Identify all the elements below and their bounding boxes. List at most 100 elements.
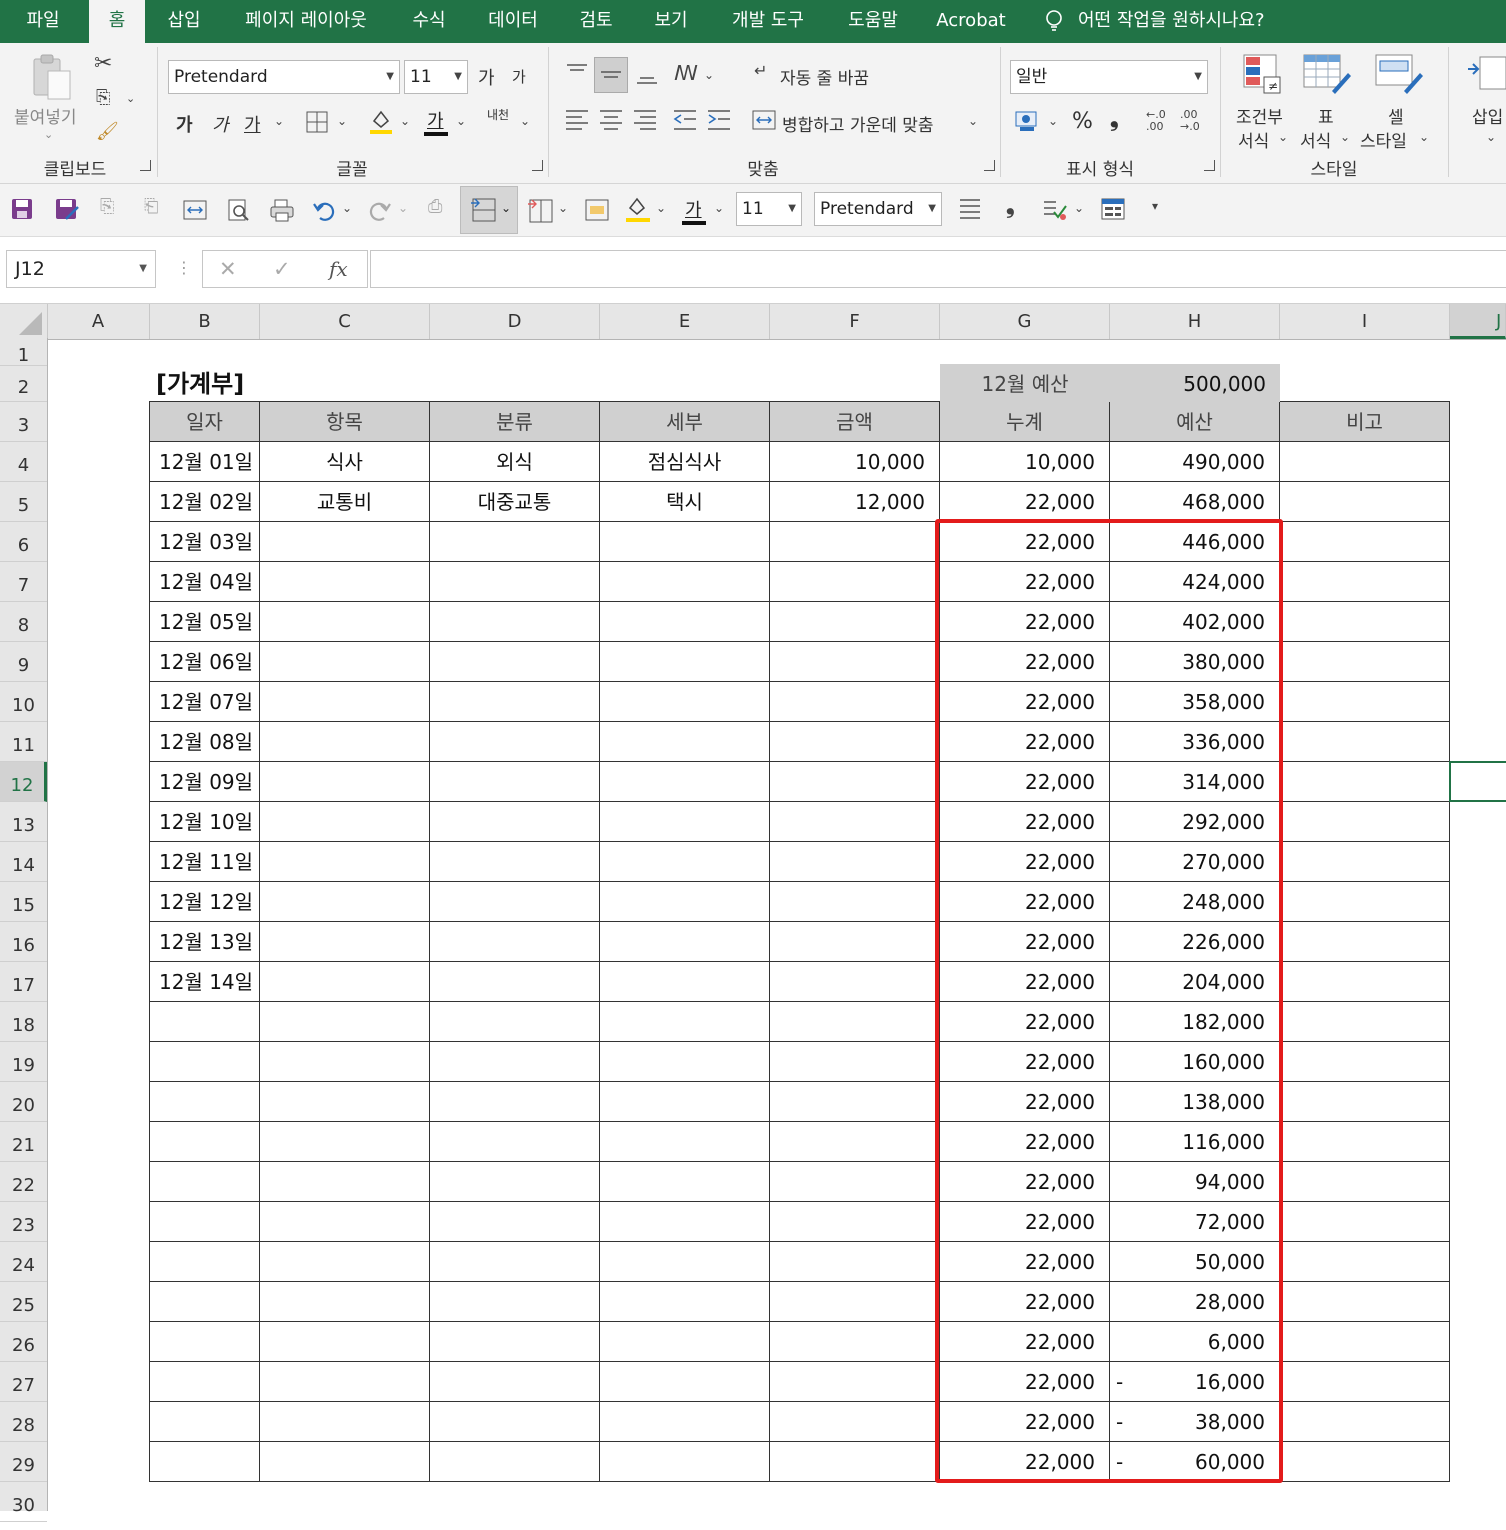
tab-help[interactable]: 도움말 [834,0,912,43]
save-icon[interactable] [10,197,34,221]
table-cell-date[interactable]: 12월 05일 [149,601,260,642]
table-cell-detail[interactable] [599,521,770,562]
row-header[interactable]: 15 [0,882,47,922]
fill-chevron-icon[interactable]: ⌄ [400,115,410,127]
table-cell-note[interactable] [1279,1401,1450,1442]
cell-styles-label2[interactable]: 스타일 [1360,127,1407,152]
table-cell-category[interactable] [429,1201,600,1242]
font-launcher-icon[interactable]: launcher [532,160,543,171]
header-date[interactable]: 일자 [149,401,260,442]
row-header[interactable]: 5 [0,482,47,522]
table-cell-note[interactable] [1279,921,1450,962]
table-cell-date[interactable] [149,1401,260,1442]
table-cell-amount[interactable] [769,1161,940,1202]
table-cell-category[interactable] [429,881,600,922]
table-cell-category[interactable] [429,1401,600,1442]
table-cell-amount[interactable] [769,961,940,1002]
column-header[interactable]: A [47,304,150,339]
table-cell-amount[interactable] [769,521,940,562]
qat-font-color-icon[interactable]: 가 [680,194,710,226]
row-header[interactable]: 19 [0,1042,47,1082]
row-header[interactable]: 4 [0,442,47,482]
decrease-indent-icon[interactable] [672,107,698,133]
table-cell-amount[interactable] [769,721,940,762]
column-header[interactable]: B [150,304,260,339]
tab-formulas[interactable]: 수식 [398,0,460,43]
row-header[interactable]: 23 [0,1202,47,1242]
table-cell-category[interactable] [429,1361,600,1402]
tell-me-search[interactable]: 어떤 작업을 원하시나요? [1078,0,1298,43]
number-format-combo[interactable]: 일반 ▼ [1010,60,1208,94]
borders-icon[interactable] [306,111,328,133]
redo-chevron-icon[interactable]: ⌄ [398,202,408,214]
table-cell-date[interactable] [149,1041,260,1082]
column-header[interactable]: D [430,304,600,339]
name-box[interactable]: J12 ▼ [6,250,156,288]
table-cell-note[interactable] [1279,1441,1450,1482]
grow-font-button[interactable]: 가 [478,64,495,90]
copy-chevron-icon[interactable]: ⌄ [126,93,135,104]
merge-center-button[interactable]: 병합하고 가운데 맞춤 [782,111,934,136]
table-cell-date[interactable] [149,1081,260,1122]
table-cell-item[interactable] [259,601,430,642]
unmerge-chevron-icon[interactable]: ⌄ [558,202,568,214]
font-color-chevron-icon[interactable]: ⌄ [456,115,466,127]
table-cell-date[interactable]: 12월 04일 [149,561,260,602]
table-cell-detail[interactable] [599,1281,770,1322]
table-cell-item[interactable] [259,1081,430,1122]
formula-input[interactable] [370,250,1506,288]
table-cell-amount[interactable] [769,1001,940,1042]
conditional-chevron-icon[interactable]: ⌄ [1278,131,1288,143]
accounting-chevron-icon[interactable]: ⌄ [1048,115,1058,127]
table-cell-item[interactable] [259,1001,430,1042]
cell-styles-label1[interactable]: 셀 [1388,103,1404,128]
table-cell-category[interactable] [429,961,600,1002]
row-header[interactable]: 18 [0,1002,47,1042]
table-cell-note[interactable] [1279,801,1450,842]
table-cell-amount[interactable] [769,681,940,722]
table-cell-amount[interactable] [769,1281,940,1322]
clipboard-launcher-icon[interactable]: launcher [140,160,151,171]
table-cell-category[interactable] [429,1281,600,1322]
table-cell-item[interactable] [259,681,430,722]
row-header[interactable]: 9 [0,642,47,682]
table-cell-date[interactable] [149,1161,260,1202]
tab-review[interactable]: 검토 [565,0,627,43]
row-header[interactable]: 6 [0,522,47,562]
align-center-icon[interactable] [598,107,624,133]
table-cell-amount[interactable] [769,841,940,882]
row-header[interactable]: 12 [0,762,47,802]
table-cell-note[interactable] [1279,1001,1450,1042]
print-icon[interactable] [268,198,296,222]
header-note[interactable]: 비고 [1279,401,1450,442]
table-cell-item[interactable] [259,1041,430,1082]
row-header[interactable]: 25 [0,1282,47,1322]
row-header[interactable]: 3 [0,402,47,442]
increase-indent-icon[interactable] [706,107,732,133]
table-cell-amount[interactable] [769,641,940,682]
align-top-icon[interactable] [564,61,590,87]
row-header[interactable]: 28 [0,1402,47,1442]
table-cell-amount[interactable] [769,1361,940,1402]
merge-cells-button[interactable]: ⌄ [460,186,518,234]
table-cell-item[interactable] [259,1321,430,1362]
row-header[interactable]: 7 [0,562,47,602]
table-cell-note[interactable] [1279,641,1450,682]
alignment-launcher-icon[interactable]: launcher [984,160,995,171]
table-cell-amount[interactable] [769,1441,940,1482]
row-header[interactable]: 17 [0,962,47,1002]
table-cell-note[interactable] [1279,481,1450,522]
active-cell-cursor[interactable] [1449,761,1506,802]
table-cell-cumulative[interactable]: 10,000 [939,441,1110,482]
table-cell-date[interactable]: 12월 08일 [149,721,260,762]
qat-font-name-combo[interactable]: Pretendard ▼ [814,192,942,226]
table-cell-item[interactable]: 교통비 [259,481,430,522]
font-color-icon[interactable]: 가 [424,107,450,137]
table-cell-detail[interactable] [599,561,770,602]
table-cell-note[interactable] [1279,1321,1450,1362]
qat-comma-icon[interactable]: ❟ [1006,196,1015,218]
table-cell-item[interactable] [259,561,430,602]
format-as-table-label2[interactable]: 서식 [1300,127,1331,152]
row-header[interactable]: 14 [0,842,47,882]
table-cell-detail[interactable] [599,1401,770,1442]
